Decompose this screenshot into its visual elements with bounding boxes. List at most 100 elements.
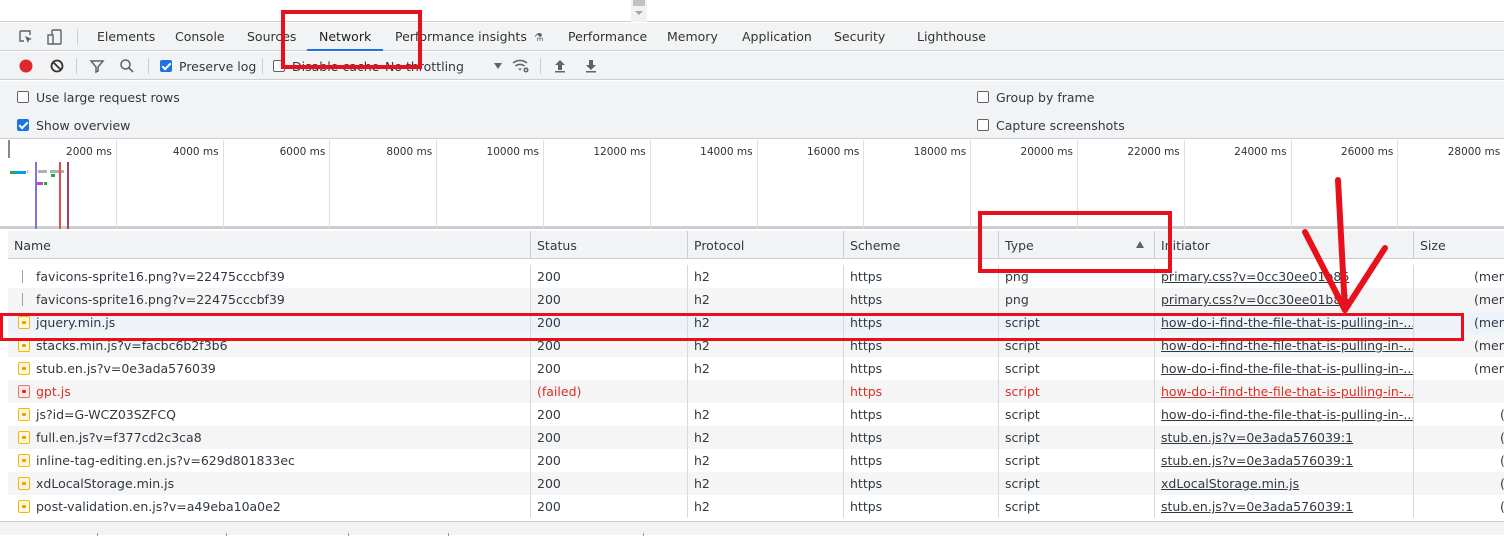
cell-status: 200 (530, 288, 687, 311)
cell-initiator[interactable]: how-do-i-find-the-file-that-is-pulling-i… (1154, 403, 1413, 426)
disable-cache-check[interactable] (273, 60, 285, 72)
disable-cache-checkbox[interactable]: Disable cache (273, 52, 379, 80)
cell-name[interactable]: favicons-sprite16.png?v=22475cccbf39 (8, 288, 530, 311)
preserve-log-checkbox[interactable]: Preserve log (160, 52, 256, 80)
cell-status: 200 (530, 426, 687, 449)
cell-scheme: https (843, 265, 998, 288)
column-header-name[interactable]: Name (8, 231, 530, 259)
size-value: (c (1500, 472, 1504, 495)
overview-load-line (67, 162, 69, 229)
use-large-rows-checkbox[interactable]: Use large request rows (17, 87, 180, 107)
cell-name[interactable]: inline-tag-editing.en.js?v=629d801833ec (8, 449, 530, 472)
clear-button[interactable] (49, 52, 65, 80)
request-name: stacks.min.js?v=facbc6b2f3b6 (36, 338, 228, 353)
table-row[interactable]: xdLocalStorage.min.js 200 h2 https script xdL… (8, 472, 1504, 495)
group-by-frame-checkbox[interactable]: Group by frame (977, 87, 1094, 107)
script-file-icon (18, 339, 30, 352)
cell-name[interactable]: xdLocalStorage.min.js (8, 472, 530, 495)
network-conditions-button[interactable] (512, 52, 530, 80)
page-scrollbar[interactable] (631, 0, 647, 22)
tab-performance[interactable]: Performance (568, 23, 647, 51)
cell-protocol: h2 (687, 288, 843, 311)
page-top-strip (0, 0, 1504, 22)
cell-initiator[interactable]: stub.en.js?v=0e3ada576039:1 (1154, 449, 1413, 472)
table-row[interactable]: favicons-sprite16.png?v=22475cccbf39 200 h… (8, 288, 1504, 311)
cell-initiator[interactable]: how-do-i-find-the-file-that-is-pulling-i… (1154, 311, 1413, 334)
show-overview-check[interactable] (17, 119, 29, 131)
scrollbar-thumb[interactable] (633, 0, 645, 6)
column-header-protocol[interactable]: Protocol (687, 231, 843, 259)
tab-memory[interactable]: Memory (667, 23, 718, 51)
column-header-initiator[interactable]: Initiator (1154, 231, 1413, 259)
cell-initiator[interactable]: how-do-i-find-the-file-that-is-pulling-i… (1154, 380, 1413, 403)
column-header-size[interactable]: Size (1413, 231, 1504, 259)
cell-initiator[interactable]: stub.en.js?v=0e3ada576039:1 (1154, 495, 1413, 518)
cell-initiator[interactable]: how-do-i-find-the-file-that-is-pulling-i… (1154, 334, 1413, 357)
column-header-type[interactable]: Type (998, 231, 1154, 259)
tab-sources[interactable]: Sources (247, 23, 296, 51)
capture-screenshots-checkbox[interactable]: Capture screenshots (977, 115, 1125, 135)
preserve-log-check[interactable] (160, 60, 172, 72)
import-har-button[interactable] (553, 52, 567, 80)
cell-name[interactable]: post-validation.en.js?v=a49eba10a0e2 (8, 495, 530, 518)
cell-scheme: https (843, 426, 998, 449)
tab-console[interactable]: Console (175, 23, 225, 51)
table-row[interactable]: stub.en.js?v=0e3ada576039 200 h2 https scrip… (8, 357, 1504, 380)
capture-screenshots-check[interactable] (977, 119, 989, 131)
table-row[interactable]: full.en.js?v=f377cd2c3ca8 200 h2 https scrip… (8, 426, 1504, 449)
filter-button[interactable] (89, 52, 105, 80)
table-row[interactable]: favicons-sprite16.png?v=22475cccbf39 200 h… (8, 265, 1504, 288)
table-row[interactable]: post-validation.en.js?v=a49eba10a0e2 200 h… (8, 495, 1504, 518)
network-overview-timeline[interactable]: 2000 ms 4000 ms 6000 ms 8000 ms 10000 ms 1200… (0, 140, 1504, 229)
network-settings-panel: Use large request rows Show overview Gro… (0, 81, 1504, 139)
column-header-status[interactable]: Status (530, 231, 687, 259)
divider (77, 29, 78, 45)
tab-network[interactable]: Network (306, 23, 384, 51)
cell-name[interactable]: js?id=G-WCZ03SZFCQ (8, 403, 530, 426)
cell-name[interactable]: jquery.min.js (8, 311, 530, 334)
cell-name[interactable]: gpt.js (8, 380, 530, 403)
device-toolbar-icon[interactable] (47, 29, 63, 45)
script-file-icon (18, 500, 30, 513)
tab-elements[interactable]: Elements (97, 23, 155, 51)
tab-application[interactable]: Application (742, 23, 812, 51)
table-row[interactable]: gpt.js (failed) https script how-do-i-find-t… (8, 380, 1504, 403)
cell-initiator[interactable]: how-do-i-find-the-file-that-is-pulling-i… (1154, 357, 1413, 380)
cell-initiator[interactable]: xdLocalStorage.min.js (1154, 472, 1413, 495)
tab-performance-insights[interactable]: Performance insights ⚗ (395, 23, 544, 51)
script-file-icon (18, 362, 30, 375)
scroll-down-arrow-icon[interactable] (635, 11, 643, 15)
use-large-rows-check[interactable] (17, 91, 29, 103)
search-button[interactable] (119, 52, 135, 80)
cell-initiator[interactable]: stub.en.js?v=0e3ada576039:1 (1154, 426, 1413, 449)
cell-scheme: https (843, 288, 998, 311)
inspect-element-icon[interactable] (18, 29, 34, 45)
cell-initiator[interactable]: primary.css?v=0cc30ee01b86 (1154, 265, 1413, 288)
table-row[interactable]: inline-tag-editing.en.js?v=629d801833ec 2… (8, 449, 1504, 472)
table-row[interactable]: jquery.min.js 200 h2 https script how-do-i-fi… (8, 311, 1504, 334)
table-row[interactable]: js?id=G-WCZ03SZFCQ 200 h2 https script how-do… (8, 403, 1504, 426)
tab-lighthouse[interactable]: Lighthouse (917, 23, 986, 51)
overview-gridline (115, 140, 117, 229)
tab-security[interactable]: Security (834, 23, 885, 51)
show-overview-checkbox[interactable]: Show overview (17, 115, 130, 135)
export-har-icon (586, 60, 596, 73)
throttling-select[interactable]: No throttling (385, 52, 502, 80)
cell-initiator[interactable]: primary.css?v=0cc30ee01b86 (1154, 288, 1413, 311)
cell-scheme: https (843, 380, 998, 403)
cell-name[interactable]: favicons-sprite16.png?v=22475cccbf39 (8, 265, 530, 288)
search-icon (120, 59, 134, 73)
request-name: xdLocalStorage.min.js (36, 476, 175, 491)
table-row[interactable]: stacks.min.js?v=facbc6b2f3b6 200 h2 https sc… (8, 334, 1504, 357)
cell-name[interactable]: stacks.min.js?v=facbc6b2f3b6 (8, 334, 530, 357)
cell-name[interactable]: full.en.js?v=f377cd2c3ca8 (8, 426, 530, 449)
group-by-frame-check[interactable] (977, 91, 989, 103)
column-header-scheme[interactable]: Scheme (843, 231, 998, 259)
cell-scheme: https (843, 311, 998, 334)
cell-size: (mem (1413, 265, 1504, 288)
overview-gridline (543, 140, 544, 229)
export-har-button[interactable] (584, 52, 598, 80)
record-button[interactable] (18, 52, 34, 80)
cell-name[interactable]: stub.en.js?v=0e3ada576039 (8, 357, 530, 380)
size-value: (c (1500, 495, 1504, 518)
